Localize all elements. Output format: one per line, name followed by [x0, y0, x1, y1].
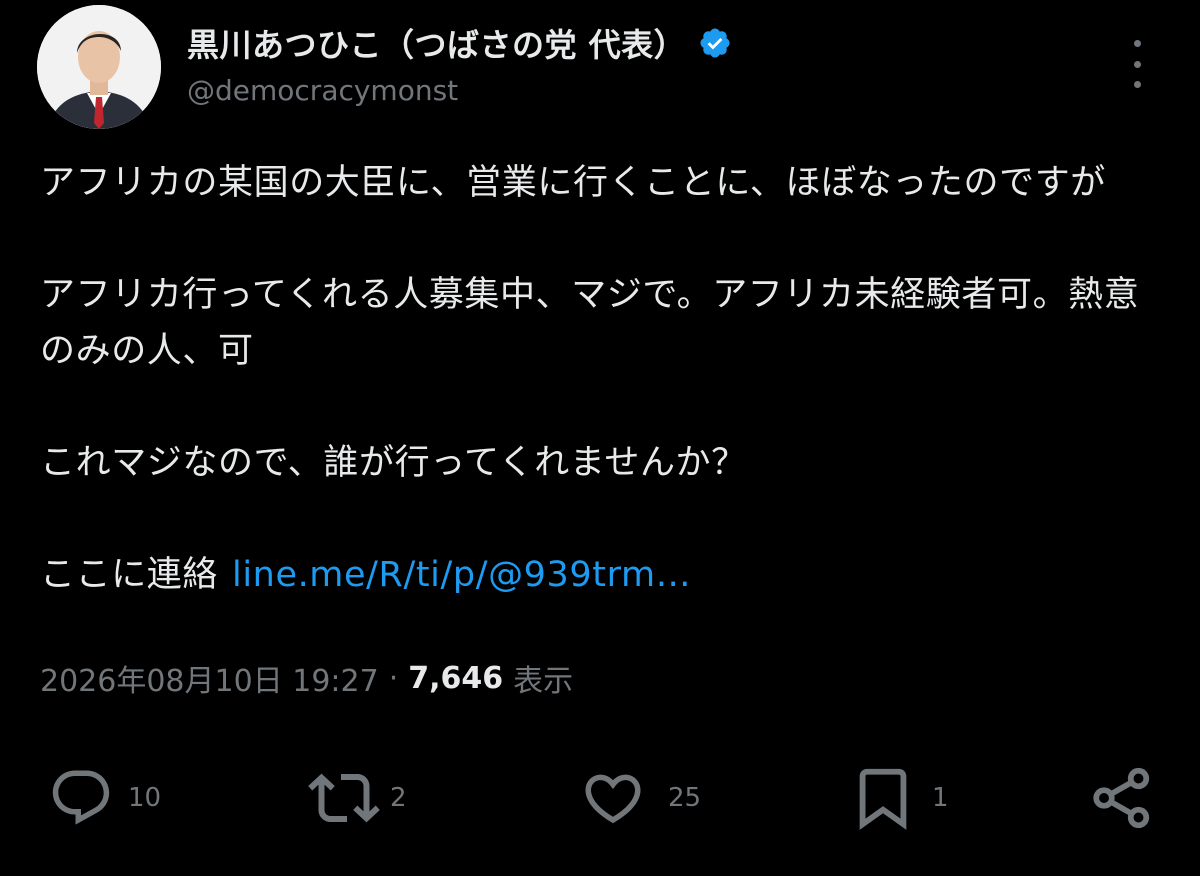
tweet-text: アフリカの某国の大臣に、営業に行くことに、ほぼなったのですが アフリカ行ってくれ…	[40, 155, 1170, 603]
tweet-paragraph: これマジなので、誰が行ってくれませんか？	[40, 443, 747, 483]
heart-icon	[585, 774, 641, 824]
tweet-link[interactable]: line.me/R/ti/p/@939trm…	[232, 555, 691, 595]
views-count: 7,646	[408, 660, 504, 696]
more-options-button[interactable]	[1122, 40, 1152, 88]
verified-badge-icon	[698, 26, 732, 60]
retweet-count: 2	[390, 783, 407, 813]
display-name[interactable]: 黒川あつひこ（つばさの党 代表）	[187, 20, 686, 66]
tweet-paragraph: アフリカの某国の大臣に、営業に行くことに、ほぼなったのですが	[40, 163, 1106, 203]
reply-button[interactable]: 10	[48, 760, 161, 836]
views-label: 表示	[513, 664, 574, 699]
user-handle[interactable]: @democracymonst	[187, 74, 458, 107]
like-button[interactable]: 25	[580, 760, 701, 836]
display-name-row[interactable]: 黒川あつひこ（つばさの党 代表）	[187, 18, 732, 68]
share-icon	[1093, 767, 1150, 829]
timestamp[interactable]: 2026年08月10日 19:27	[40, 656, 379, 700]
tweet-detail: 黒川あつひこ（つばさの党 代表） @democracymonst アフリカの某国…	[0, 0, 1200, 876]
contact-prefix: ここに連絡	[40, 555, 219, 595]
tweet-contact-line: ここに連絡 line.me/R/ti/p/@939trm…	[40, 547, 1170, 603]
share-button[interactable]	[1086, 760, 1158, 836]
meta-separator: ·	[388, 660, 399, 696]
more-dot-icon	[1133, 40, 1141, 47]
user-avatar-photo-icon	[37, 5, 161, 129]
bookmark-button[interactable]: 1	[848, 760, 949, 836]
reply-icon	[52, 770, 110, 825]
tweet-paragraph: アフリカ行ってくれる人募集中、マジで。アフリカ未経験者可。熱意のみの人、可	[40, 275, 1140, 371]
like-count: 25	[668, 783, 702, 813]
more-dot-icon	[1133, 81, 1141, 88]
retweet-icon	[308, 773, 380, 823]
more-dot-icon	[1133, 60, 1141, 68]
avatar[interactable]	[37, 5, 161, 129]
reply-count: 10	[128, 783, 162, 813]
bookmark-count: 1	[932, 783, 949, 813]
action-bar: 10 2 25 1	[0, 760, 1200, 840]
tweet-meta: 2026年08月10日 19:27 · 7,646 表示	[40, 656, 573, 700]
retweet-button[interactable]: 2	[308, 760, 407, 836]
bookmark-icon	[859, 768, 907, 830]
